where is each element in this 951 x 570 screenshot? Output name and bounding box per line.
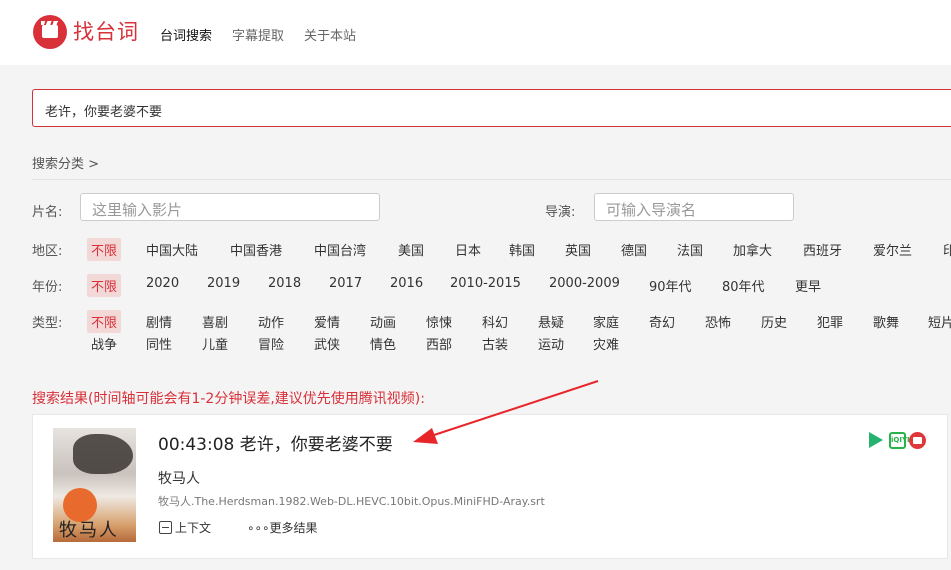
arrow-shaft xyxy=(427,380,599,438)
arrow-head xyxy=(413,428,438,444)
red-arrow-annotation xyxy=(413,380,599,444)
